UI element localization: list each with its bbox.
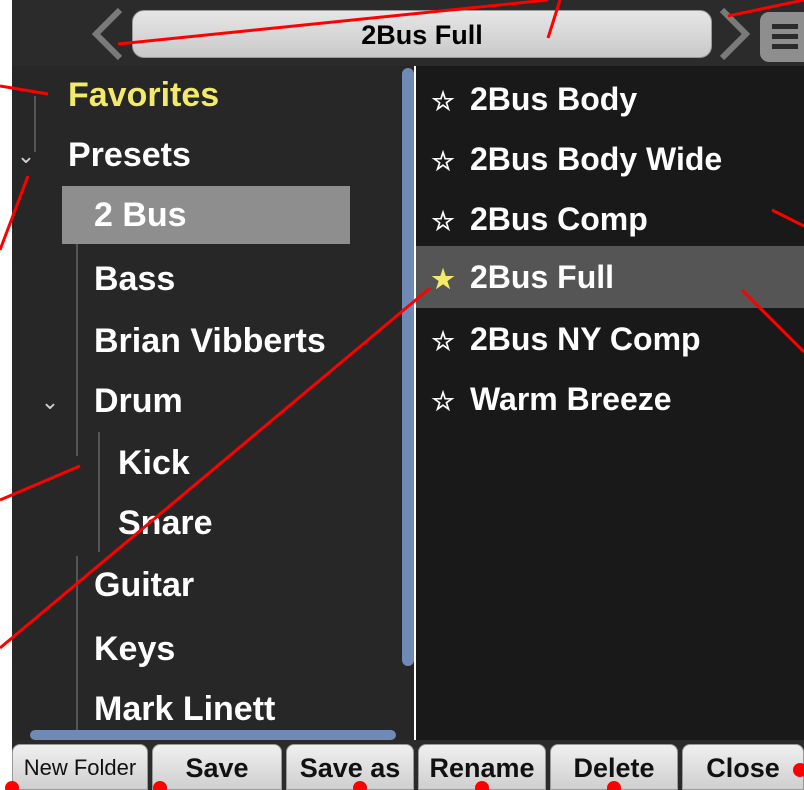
preset-item[interactable]: ☆ 2Bus Body (416, 68, 804, 130)
preset-item-label: Warm Breeze (470, 381, 672, 417)
tree-item-keys[interactable]: Keys (94, 620, 175, 678)
preset-list: ☆ 2Bus Body ☆ 2Bus Body Wide ☆ 2Bus Comp ★ 2… (416, 66, 804, 740)
star-outline-icon[interactable]: ☆ (416, 370, 470, 432)
star-filled-icon[interactable]: ★ (416, 248, 470, 310)
preset-item[interactable]: ☆ 2Bus NY Comp (416, 308, 804, 370)
preset-header-bar: 2Bus Full (12, 0, 804, 66)
tree-item-favorites[interactable]: Favorites (68, 66, 219, 124)
tree-item-drum[interactable]: Drum (94, 372, 183, 430)
chevron-left-icon[interactable] (84, 6, 132, 62)
tree-guide-line (98, 432, 100, 552)
tree-item-bass[interactable]: Bass (94, 250, 175, 308)
preset-browser-window: 2Bus Full Favorites ⌄ Presets 2 Bus Bass… (0, 0, 804, 790)
tree-guide-line (76, 556, 78, 736)
tree-item-brian-vibberts[interactable]: Brian Vibberts (94, 312, 326, 370)
chevron-down-icon[interactable]: ⌄ (14, 144, 38, 168)
tree-item-kick[interactable]: Kick (118, 434, 190, 492)
preset-item[interactable]: ☆ Warm Breeze (416, 368, 804, 430)
preset-item-label: 2Bus NY Comp (470, 321, 701, 357)
preset-item-label: 2Bus Body (470, 81, 638, 117)
tree-item-2-bus[interactable]: 2 Bus (62, 186, 350, 244)
action-toolbar: New Folder Save Save as Rename Delete Cl… (12, 740, 804, 790)
rename-button[interactable]: Rename (418, 744, 546, 790)
star-outline-icon[interactable]: ☆ (416, 310, 470, 372)
tree-horizontal-scrollbar[interactable] (30, 730, 396, 740)
preset-item-selected[interactable]: ★ 2Bus Full (416, 246, 804, 308)
preset-item-label: 2Bus Body Wide (470, 141, 723, 177)
tree-item-snare[interactable]: Snare (118, 494, 213, 552)
new-folder-button[interactable]: New Folder (12, 744, 148, 790)
tree-item-presets[interactable]: Presets (68, 126, 191, 184)
preset-item[interactable]: ☆ 2Bus Comp (416, 188, 804, 250)
chevron-right-icon[interactable] (714, 6, 758, 62)
tree-item-guitar[interactable]: Guitar (94, 556, 194, 614)
star-outline-icon[interactable]: ☆ (416, 130, 470, 192)
delete-button[interactable]: Delete (550, 744, 678, 790)
star-outline-icon[interactable]: ☆ (416, 190, 470, 252)
hamburger-menu-icon[interactable] (760, 12, 804, 62)
folder-tree: Favorites ⌄ Presets 2 Bus Bass Brian Vib… (12, 66, 414, 740)
save-as-button[interactable]: Save as (286, 744, 414, 790)
preset-item[interactable]: ☆ 2Bus Body Wide (416, 128, 804, 190)
close-button[interactable]: Close (682, 744, 804, 790)
tree-vertical-scrollbar[interactable] (402, 68, 414, 666)
preset-item-label: 2Bus Full (470, 259, 615, 295)
star-outline-icon[interactable]: ☆ (416, 70, 470, 132)
preset-item-label: 2Bus Comp (470, 201, 648, 237)
save-button[interactable]: Save (152, 744, 282, 790)
chevron-down-icon[interactable]: ⌄ (38, 390, 62, 414)
current-preset-display[interactable]: 2Bus Full (132, 10, 712, 58)
